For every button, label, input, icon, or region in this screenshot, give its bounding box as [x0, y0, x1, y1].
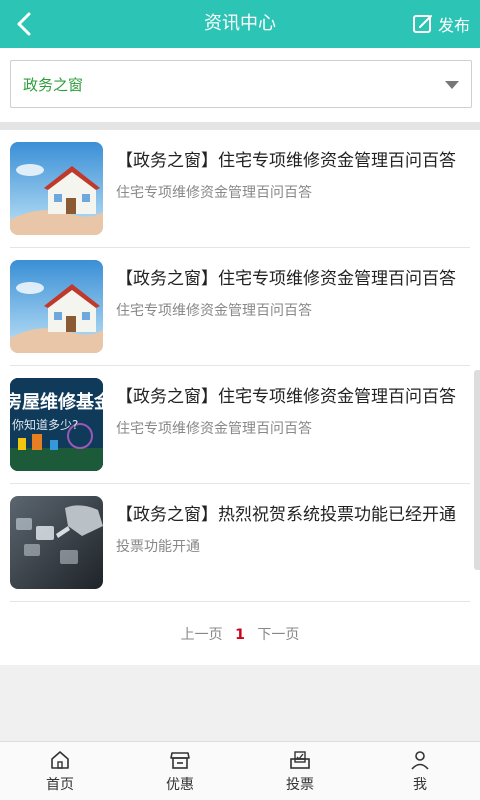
article-subtitle: 投票功能开通 [116, 539, 200, 555]
category-select[interactable]: 政务之窗 [10, 60, 472, 108]
list-item[interactable]: 房屋维修基金 你知道多少? 【政务之窗】住宅专项维修资金管理百问百答 住宅专项维… [0, 366, 480, 484]
thumbnail-caption: 房屋维修基金 [10, 392, 103, 413]
article-thumbnail [10, 142, 103, 235]
empty-area [0, 665, 480, 741]
side-handle[interactable] [474, 370, 480, 570]
tab-label: 首页 [46, 776, 74, 793]
next-page-link[interactable]: 下一页 [257, 627, 299, 643]
article-subtitle: 住宅专项维修资金管理百问百答 [116, 303, 312, 319]
publish-label: 发布 [437, 16, 470, 35]
user-icon [411, 750, 429, 770]
article-subtitle: 住宅专项维修资金管理百问百答 [116, 185, 312, 201]
prev-page-link[interactable]: 上一页 [181, 627, 223, 643]
divider [10, 601, 470, 602]
ballot-box-icon [290, 750, 310, 769]
tab-label: 优惠 [166, 776, 194, 793]
home-icon [51, 750, 69, 769]
bottom-tab-bar: 首页 优惠 投票 我 [0, 741, 480, 800]
list-item[interactable]: 【政务之窗】热烈祝贺系统投票功能已经开通 投票功能开通 [0, 484, 480, 602]
top-bar: 资讯中心 发布 [0, 0, 480, 48]
article-thumbnail [10, 260, 103, 353]
article-title: 【政务之窗】住宅专项维修资金管理百问百答 [116, 269, 456, 289]
pagination: 上一页 1 下一页 [0, 620, 480, 650]
page-title: 资讯中心 [204, 13, 276, 34]
publish-button[interactable]: 发布 [412, 10, 470, 38]
article-title: 【政务之窗】住宅专项维修资金管理百问百答 [116, 151, 456, 171]
caret-down-icon [445, 81, 459, 89]
article-subtitle: 住宅专项维修资金管理百问百答 [116, 421, 312, 437]
article-thumbnail: 房屋维修基金 你知道多少? [10, 378, 103, 471]
tab-vote[interactable]: 投票 [240, 742, 360, 800]
tab-label: 我 [413, 776, 427, 793]
list-item[interactable]: 【政务之窗】住宅专项维修资金管理百问百答 住宅专项维修资金管理百问百答 [0, 248, 480, 366]
section-divider [0, 122, 480, 130]
article-title: 【政务之窗】热烈祝贺系统投票功能已经开通 [116, 505, 456, 525]
article-thumbnail [10, 496, 103, 589]
thumbnail-subcaption: 你知道多少? [12, 418, 79, 432]
article-title: 【政务之窗】住宅专项维修资金管理百问百答 [116, 387, 456, 407]
tab-offers[interactable]: 优惠 [120, 742, 240, 800]
tab-label: 投票 [286, 776, 314, 793]
category-select-value: 政务之窗 [23, 76, 84, 94]
filter-area: 政务之窗 [0, 48, 480, 122]
current-page: 1 [235, 627, 245, 643]
edit-icon [412, 15, 432, 33]
tab-home[interactable]: 首页 [0, 742, 120, 800]
list-item[interactable]: 【政务之窗】住宅专项维修资金管理百问百答 住宅专项维修资金管理百问百答 [0, 130, 480, 248]
article-list: 【政务之窗】住宅专项维修资金管理百问百答 住宅专项维修资金管理百问百答 【政务之… [0, 130, 480, 665]
store-icon [170, 751, 190, 769]
tab-me[interactable]: 我 [360, 742, 480, 800]
